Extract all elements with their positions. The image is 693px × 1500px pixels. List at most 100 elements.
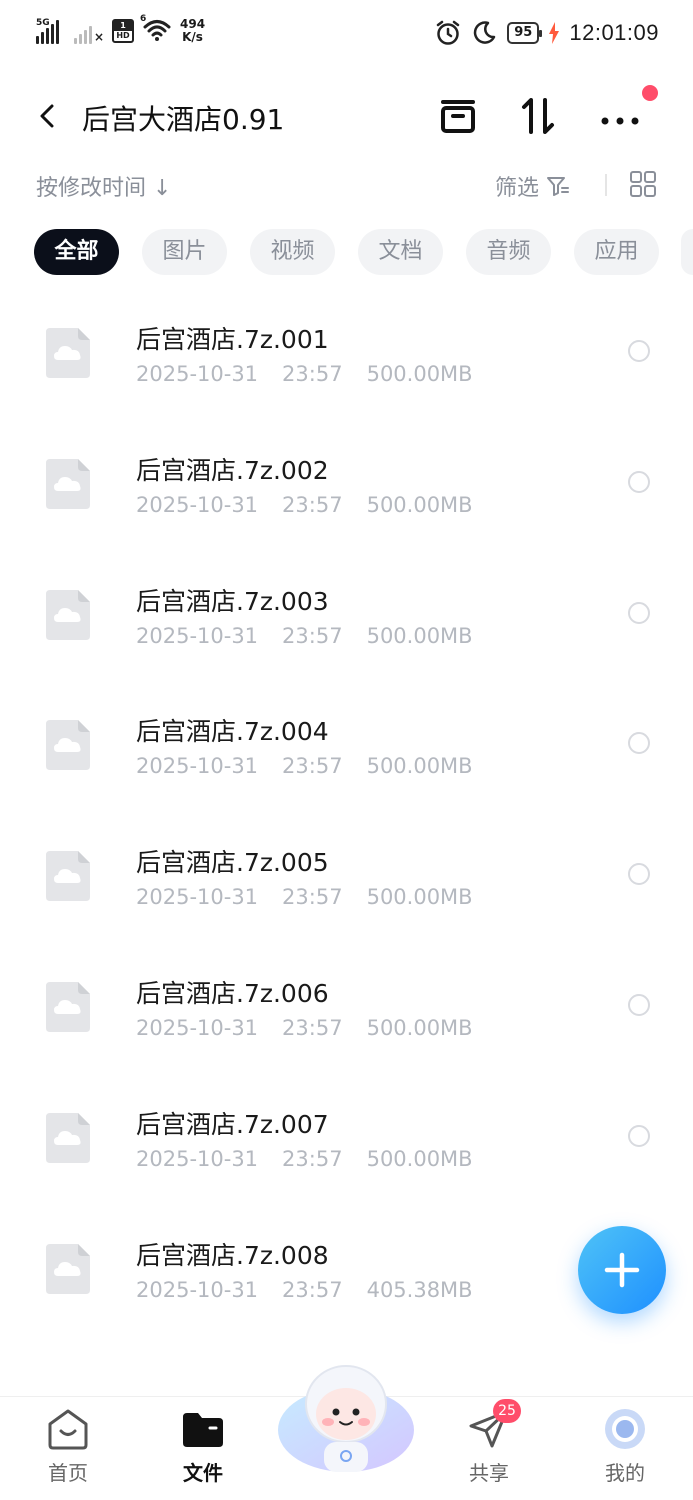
file-name: 后宫酒店.7z.001 — [136, 325, 329, 354]
home-icon — [48, 1409, 88, 1450]
nav-files[interactable]: 文件 — [163, 1407, 243, 1486]
file-date: 2025-10-31 — [136, 1277, 259, 1302]
folder-icon — [183, 1413, 223, 1447]
signal-icon: 5G — [36, 18, 66, 44]
select-checkbox[interactable] — [628, 863, 650, 886]
file-meta: 2025-10-31 23:57 405.38MB — [136, 1278, 473, 1302]
file-row[interactable]: 后宫酒店.7z.004 2025-10-31 23:57 500.00MB — [0, 682, 693, 813]
file-row[interactable]: 后宫酒店.7z.006 2025-10-31 23:57 500.00MB — [0, 944, 693, 1075]
file-row[interactable]: 后宫酒店.7z.003 2025-10-31 23:57 500.00MB — [0, 552, 693, 683]
app-header: 后宫大酒店0.91 — [0, 85, 693, 148]
grid-view-icon[interactable] — [629, 170, 657, 198]
file-name: 后宫酒店.7z.007 — [136, 1109, 329, 1139]
cloud-file-icon — [46, 1243, 90, 1294]
cloud-file-icon — [46, 720, 90, 771]
file-size: 500.00MB — [366, 492, 473, 517]
tab-videos[interactable]: 视频 — [250, 229, 335, 275]
file-row[interactable]: 后宫酒店.7z.001 2025-10-31 23:57 500.00MB — [0, 290, 693, 421]
back-icon[interactable] — [30, 98, 66, 134]
nav-home[interactable]: 首页 — [28, 1407, 108, 1486]
file-date: 2025-10-31 — [136, 1146, 259, 1171]
file-size: 500.00MB — [366, 1015, 473, 1040]
category-tabs: 全部 图片 视频 文档 音频 应用 — [34, 229, 659, 275]
file-name: 后宫酒店.7z.006 — [136, 978, 329, 1008]
file-time: 23:57 — [282, 1146, 343, 1171]
cloud-file-icon — [46, 589, 90, 640]
status-bar: 5G × 1 HD 6 494 K/s 95 12:01:09 — [0, 0, 693, 70]
select-checkbox[interactable] — [628, 1124, 650, 1147]
file-row[interactable]: 后宫酒店.7z.002 2025-10-31 23:57 500.00MB — [0, 421, 693, 552]
tab-audio[interactable]: 音频 — [466, 229, 551, 275]
file-meta: 2025-10-31 23:57 500.00MB — [136, 362, 473, 386]
file-date: 2025-10-31 — [136, 1015, 259, 1040]
file-date: 2025-10-31 — [136, 885, 259, 910]
tab-images[interactable]: 图片 — [142, 229, 227, 275]
file-date: 2025-10-31 — [136, 362, 259, 386]
file-size: 500.00MB — [366, 362, 473, 386]
select-checkbox[interactable] — [628, 601, 650, 624]
file-date: 2025-10-31 — [136, 623, 259, 648]
nav-mine[interactable]: 我的 — [585, 1407, 665, 1486]
file-name: 后宫酒店.7z.002 — [136, 455, 329, 485]
file-meta: 2025-10-31 23:57 500.00MB — [136, 493, 473, 517]
tab-apps[interactable]: 应用 — [574, 229, 659, 275]
file-date: 2025-10-31 — [136, 754, 259, 779]
select-checkbox[interactable] — [628, 993, 650, 1016]
select-checkbox[interactable] — [628, 340, 650, 362]
file-time: 23:57 — [282, 754, 343, 779]
nav-share[interactable]: 25 共享 — [449, 1399, 529, 1486]
sort-arrow-icon: ↓ — [153, 176, 172, 201]
clock: 12:01:09 — [569, 20, 659, 45]
file-size: 500.00MB — [366, 1146, 473, 1171]
archive-icon[interactable] — [436, 94, 480, 138]
file-name: 后宫酒店.7z.003 — [136, 586, 329, 616]
file-time: 23:57 — [282, 1015, 343, 1040]
file-name: 后宫酒店.7z.005 — [136, 848, 329, 878]
filter-button[interactable]: 筛选 — [495, 170, 571, 202]
tab-documents[interactable]: 文档 — [358, 229, 443, 275]
more-menu[interactable] — [596, 85, 658, 138]
file-meta: 2025-10-31 23:57 500.00MB — [136, 885, 473, 909]
file-date: 2025-10-31 — [136, 492, 259, 517]
file-time: 23:57 — [282, 492, 343, 517]
file-time: 23:57 — [282, 362, 343, 386]
alarm-icon — [437, 20, 460, 45]
file-meta: 2025-10-31 23:57 500.00MB — [136, 1147, 473, 1171]
sort-icon[interactable] — [516, 94, 560, 138]
page-title: 后宫大酒店0.91 — [82, 103, 285, 136]
cloud-file-icon — [46, 328, 90, 378]
hd-icon: 1 HD — [112, 19, 134, 43]
filter-icon — [547, 177, 569, 196]
mascot-assistant-icon[interactable] — [276, 1358, 416, 1478]
file-meta: 2025-10-31 23:57 500.00MB — [136, 1016, 473, 1040]
sort-button[interactable]: 按修改时间 ↓ — [36, 170, 171, 202]
more-icon — [601, 117, 639, 125]
file-time: 23:57 — [282, 885, 343, 910]
file-name: 后宫酒店.7z.004 — [136, 717, 329, 747]
tab-overflow — [681, 229, 693, 275]
file-row[interactable]: 后宫酒店.7z.007 2025-10-31 23:57 500.00MB — [0, 1075, 693, 1206]
charging-icon — [549, 22, 560, 44]
share-badge: 25 — [493, 1399, 521, 1423]
file-name: 后宫酒店.7z.008 — [136, 1240, 329, 1270]
divider — [605, 174, 607, 196]
filter-label: 筛选 — [494, 176, 539, 201]
file-meta: 2025-10-31 23:57 500.00MB — [136, 754, 473, 778]
avatar-icon — [605, 1409, 645, 1449]
select-checkbox[interactable] — [628, 732, 650, 755]
cloud-file-icon — [46, 1112, 90, 1163]
cloud-file-icon — [46, 981, 90, 1032]
file-size: 500.00MB — [366, 885, 473, 910]
network-speed: 494 K/s — [180, 17, 206, 44]
cloud-file-icon — [46, 851, 90, 902]
wifi-icon: 6 — [140, 14, 172, 44]
notification-dot — [642, 85, 658, 101]
file-meta: 2025-10-31 23:57 500.00MB — [136, 624, 473, 648]
tab-all[interactable]: 全部 — [34, 229, 119, 275]
signal-2-icon: × — [74, 18, 104, 44]
add-button[interactable] — [578, 1226, 666, 1314]
battery-indicator: 95 — [507, 22, 543, 44]
select-checkbox[interactable] — [628, 470, 650, 493]
file-time: 23:57 — [282, 623, 343, 648]
file-row[interactable]: 后宫酒店.7z.005 2025-10-31 23:57 500.00MB — [0, 813, 693, 944]
